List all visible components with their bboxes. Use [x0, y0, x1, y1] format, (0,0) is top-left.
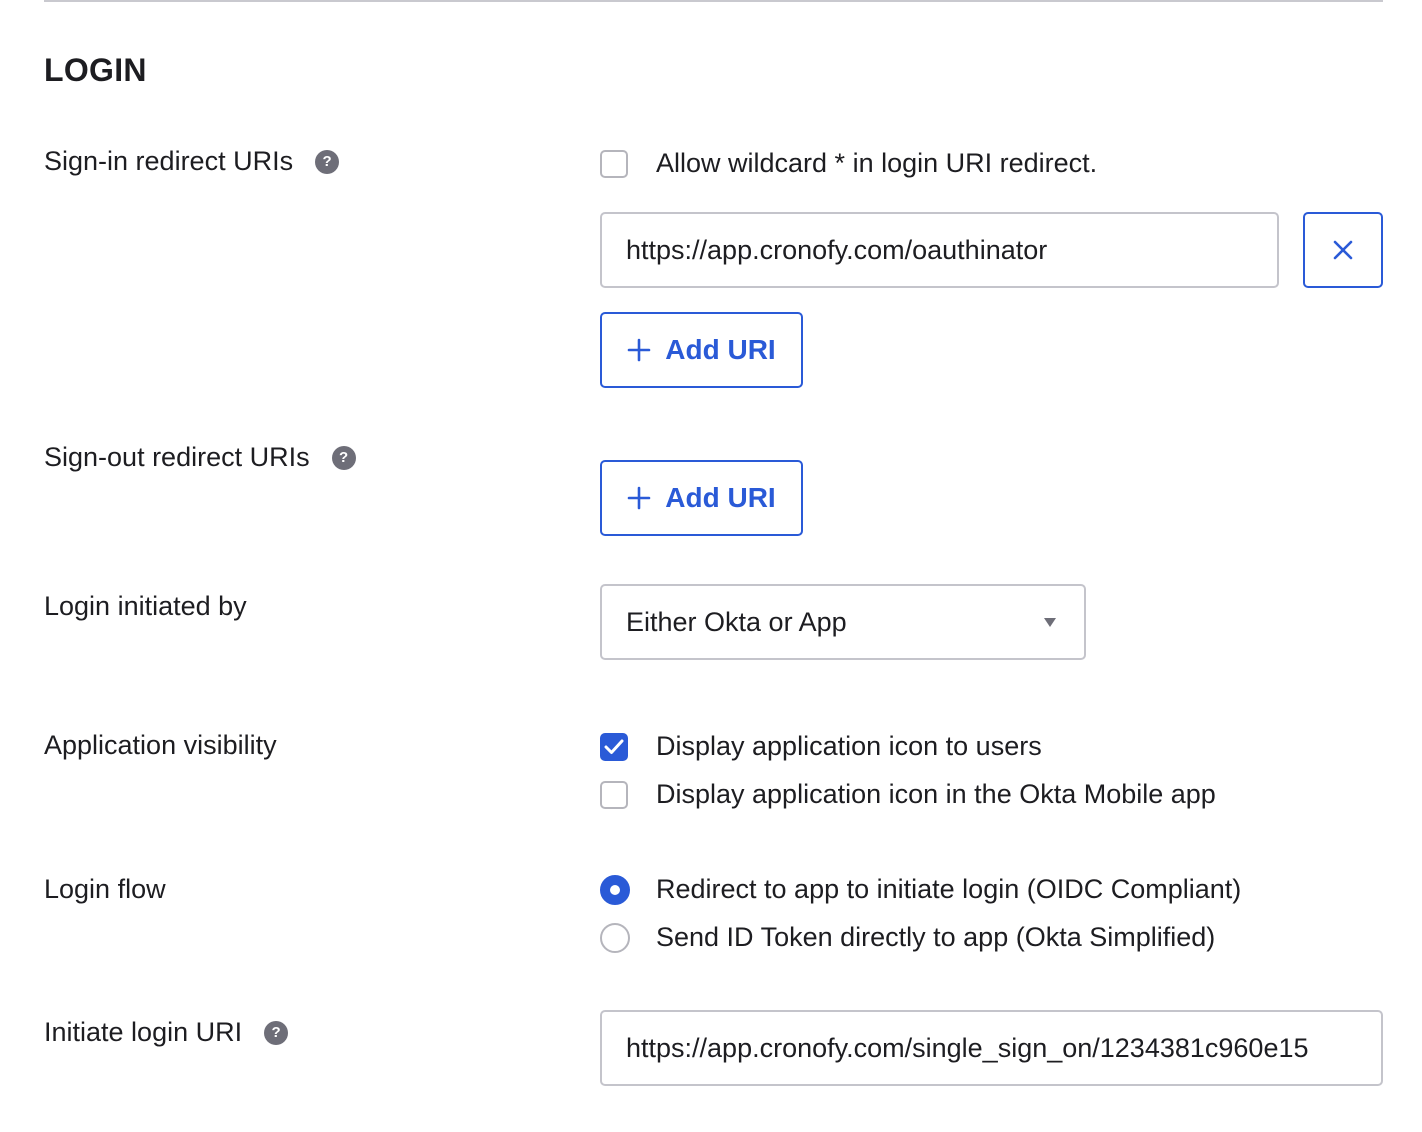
login-initiated-select[interactable]: Either Okta or App — [600, 584, 1086, 660]
close-icon — [1333, 240, 1353, 260]
wildcard-label: Allow wildcard * in login URI redirect. — [656, 148, 1098, 178]
remove-uri-button[interactable] — [1303, 212, 1383, 288]
application-visibility-label-text: Application visibility — [44, 730, 277, 760]
question-mark-icon[interactable]: ? — [331, 445, 356, 470]
initiate-login-uri-label-text: Initiate login URI — [44, 1017, 243, 1047]
signout-redirect-label: Sign-out redirect URIs ? — [44, 442, 356, 473]
visibility-option-mobile[interactable]: Display application icon in the Okta Mob… — [600, 779, 1216, 810]
login-flow-option-oidc[interactable]: Redirect to app to initiate login (OIDC … — [600, 874, 1241, 905]
login-settings-panel: LOGIN Sign-in redirect URIs ? Allow wild… — [0, 0, 1422, 1132]
login-flow-option-simplified[interactable]: Send ID Token directly to app (Okta Simp… — [600, 922, 1215, 953]
section-divider — [44, 0, 1383, 2]
visibility-mobile-label: Display application icon in the Okta Mob… — [656, 779, 1216, 809]
signin-redirect-label: Sign-in redirect URIs ? — [44, 146, 340, 177]
signout-redirect-label-text: Sign-out redirect URIs — [44, 442, 310, 472]
visibility-users-checkbox[interactable] — [600, 732, 628, 761]
login-initiated-label: Login initiated by — [44, 591, 247, 622]
wildcard-checkbox[interactable] — [600, 149, 628, 178]
login-flow-simplified-label: Send ID Token directly to app (Okta Simp… — [656, 922, 1216, 952]
add-signout-uri-label: Add URI — [665, 482, 776, 513]
question-mark-icon[interactable]: ? — [315, 149, 340, 174]
visibility-option-users[interactable]: Display application icon to users — [600, 731, 1042, 762]
section-title: LOGIN — [44, 52, 147, 88]
login-flow-label: Login flow — [44, 874, 166, 905]
signin-uri-input[interactable] — [600, 212, 1279, 288]
visibility-mobile-checkbox[interactable] — [600, 780, 628, 809]
initiate-login-uri-label: Initiate login URI ? — [44, 1017, 289, 1048]
plus-icon — [627, 338, 651, 362]
login-initiated-label-text: Login initiated by — [44, 591, 247, 621]
caret-down-icon — [1044, 617, 1056, 627]
add-signout-uri-button[interactable]: Add URI — [600, 460, 803, 536]
add-signin-uri-button[interactable]: Add URI — [600, 312, 803, 388]
login-flow-oidc-radio[interactable] — [600, 874, 630, 905]
login-flow-simplified-radio[interactable] — [600, 922, 630, 953]
login-flow-oidc-label: Redirect to app to initiate login (OIDC … — [656, 874, 1242, 904]
question-mark-icon[interactable]: ? — [264, 1020, 289, 1045]
application-visibility-label: Application visibility — [44, 730, 277, 761]
checkmark-icon — [604, 739, 624, 754]
wildcard-option[interactable]: Allow wildcard * in login URI redirect. — [600, 148, 1097, 179]
plus-icon — [627, 486, 651, 510]
initiate-login-uri-input[interactable] — [600, 1010, 1383, 1086]
signin-redirect-label-text: Sign-in redirect URIs — [44, 146, 294, 176]
login-flow-label-text: Login flow — [44, 874, 166, 904]
visibility-users-label: Display application icon to users — [656, 731, 1042, 761]
add-signin-uri-label: Add URI — [665, 334, 776, 365]
login-initiated-selected-value: Either Okta or App — [626, 606, 847, 637]
